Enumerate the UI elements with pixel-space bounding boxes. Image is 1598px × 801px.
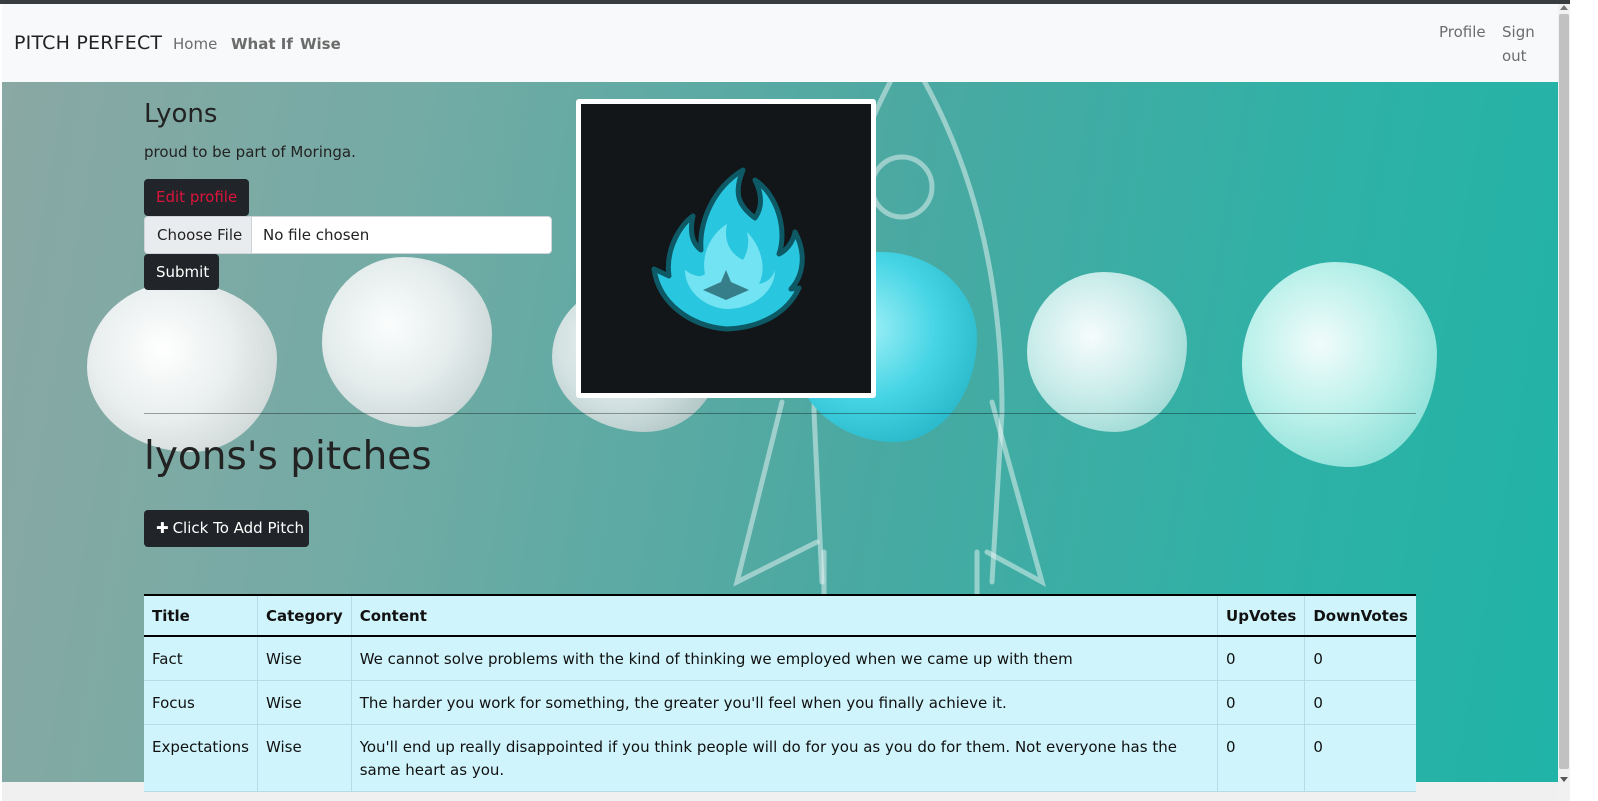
pitch-category: Wise (257, 680, 352, 725)
flame-logo-icon (651, 167, 805, 332)
add-pitch-button[interactable]: ✚ Click To Add Pitch (144, 510, 309, 547)
nav-link-sign-out[interactable]: Sign out (1502, 20, 1535, 68)
pitch-content: The harder you work for something, the g… (351, 680, 1219, 725)
pitch-category: Wise (257, 636, 352, 681)
profile-bio: proud to be part of Moringa. (144, 143, 356, 161)
pitch-title: Fact (144, 636, 258, 681)
window-right-edge (1570, 0, 1598, 801)
column-header-title: Title (144, 595, 258, 636)
file-input[interactable]: Choose File No file chosen (144, 216, 552, 254)
scrollbar-thumb[interactable] (1559, 14, 1569, 769)
submit-button[interactable]: Submit (144, 254, 219, 290)
file-status: No file chosen (263, 226, 370, 244)
table-row: Fact Wise We cannot solve problems with … (144, 636, 1416, 681)
add-pitch-label: Click To Add Pitch (172, 519, 304, 537)
section-divider (144, 413, 1416, 414)
pitches-table: Title Category Content UpVotes DownVotes… (144, 594, 1416, 792)
pitches-heading: lyons's pitches (144, 434, 432, 479)
choose-file-button[interactable]: Choose File (145, 217, 252, 253)
pitch-downvotes: 0 (1313, 694, 1323, 712)
avatar-image (581, 104, 871, 393)
table-row: Focus Wise The harder you work for somet… (144, 680, 1416, 725)
profile-name: Lyons (144, 99, 218, 129)
pitch-downvotes: 0 (1313, 650, 1323, 668)
table-header-row: Title Category Content UpVotes DownVotes (144, 595, 1416, 636)
column-header-upvotes: UpVotes (1217, 595, 1306, 636)
brand-logo[interactable]: PITCH PERFECT (14, 32, 162, 54)
nav-link-wise[interactable]: Wise (300, 35, 341, 53)
navbar: PITCH PERFECT Home What If Wise Profile … (2, 4, 1558, 82)
edit-profile-label: Edit profile (156, 188, 238, 206)
nav-link-home[interactable]: Home (173, 35, 217, 53)
pitch-title: Expectations (144, 724, 258, 792)
sign-out-line-2: out (1502, 47, 1527, 65)
pitch-content: You'll end up really disappointed if you… (351, 724, 1219, 792)
edit-profile-button[interactable]: Edit profile (144, 179, 249, 216)
table-row: Expectations Wise You'll end up really d… (144, 724, 1416, 792)
column-header-category: Category (257, 595, 352, 636)
pitch-downvotes: 0 (1313, 738, 1323, 756)
scroll-up-arrow-icon[interactable] (1560, 5, 1568, 10)
pitch-upvotes: 0 (1217, 636, 1306, 681)
column-header-content: Content (351, 595, 1219, 636)
pitch-category: Wise (257, 724, 352, 792)
sign-out-line-1: Sign (1502, 23, 1535, 41)
avatar (576, 99, 876, 398)
pitch-upvotes: 0 (1217, 724, 1306, 792)
pitch-upvotes: 0 (1217, 680, 1306, 725)
submit-label: Submit (156, 263, 210, 281)
add-pitch-content: ✚ Click To Add Pitch (156, 519, 304, 537)
choose-file-label: Choose File (157, 226, 243, 244)
nav-link-profile[interactable]: Profile (1439, 20, 1486, 44)
scroll-down-arrow-icon[interactable] (1560, 777, 1568, 782)
plus-icon: ✚ (156, 519, 169, 537)
nav-link-what-if[interactable]: What If (231, 35, 293, 53)
column-header-downvotes: DownVotes (1313, 606, 1408, 625)
pitch-content: We cannot solve problems with the kind o… (351, 636, 1219, 681)
pitch-title: Focus (144, 680, 258, 725)
